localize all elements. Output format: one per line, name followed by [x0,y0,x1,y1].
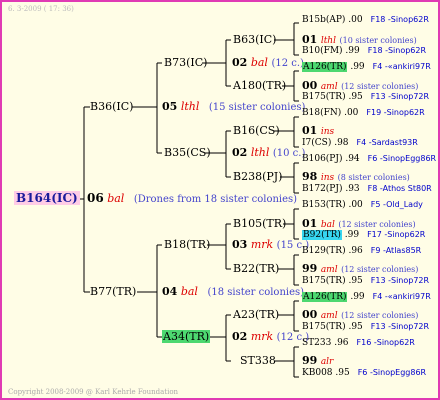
gen4-location: F18 -Sinop62R [370,15,429,24]
gen4-id: B175(TR) [302,92,346,102]
gen4-year: .93 [342,184,360,194]
root-queen[interactable]: B164(IC) [14,191,80,205]
gen4-location: F4 -«ankiri97R [372,292,431,301]
gen4-id: B18(FN) [302,108,342,118]
gen4-id: KB008 [302,368,333,378]
gen3-b105[interactable]: B105(TR) [233,217,286,230]
gen4-location: F9 -Atlas85R [370,246,422,255]
gen4-year: .95 [345,92,363,102]
gen4-entry[interactable]: A126(TR) .99 F4 -«ankiri97R [302,60,431,74]
gen4-entry[interactable]: B15b(AP) .00 F18 -Sinop62R [302,13,429,27]
gen4-entry[interactable]: B92(TR) .99 F17 -Sinop62R [302,228,425,242]
gen4-location: F8 -Athos St80R [367,184,432,193]
gen1-1-year-race: 04 bal (18 sister colonies) [162,285,305,298]
gen4-location: F4 -«ankiri97R [372,62,431,71]
gen4-entry[interactable]: B153(TR) .00 F5 -Old_Lady [302,198,423,212]
root-year-race: 06 bal (Drones from 18 sister colonies) [87,191,298,206]
gen4-year: .99 [347,292,365,302]
gen4-id: B153(TR) [302,200,346,210]
gen4-year: .00 [345,200,363,210]
gen4-location: F19 -Sinop62R [366,108,425,117]
gen2-a34[interactable]: A34(TR) [162,330,211,343]
gen3-b63[interactable]: B63(IC) [233,33,276,46]
gen4-id: I7(CS) [302,138,332,148]
gen4-entry[interactable]: B175(TR) .95 F13 -Sinop72R [302,90,429,104]
gen4-entry[interactable]: B172(PJ) .93 F8 -Athos St80R [302,182,432,196]
gen2-0-year-race: 02 bal (12 c.) [232,56,304,69]
gen4-id: B15b(AP) [302,15,346,25]
pedigree-frame: 6. 3-2009 ( 17: 36) B164(IC) 06 bal (Dro… [0,0,440,400]
gen4-location: F17 -Sinop62R [367,230,426,239]
gen4-entry[interactable]: B129(TR) .96 F9 -Atlas85R [302,244,421,258]
gen4-year: .96 [331,338,349,348]
gen4-id: B129(TR) [302,246,346,256]
gen4-entry[interactable]: B106(PJ) .94 F6 -SinopEgg86R [302,152,436,166]
gen4-year: .00 [345,15,363,25]
gen4-entry[interactable]: ST233 .96 F16 -Sinop62R [302,336,415,350]
gen3-b22[interactable]: B22(TR) [233,262,279,275]
gen4-id: A126(TR) [302,62,348,72]
gen4-location: F16 -Sinop62R [356,338,415,347]
gen3-a180[interactable]: A180(TR) [233,79,286,92]
gen4-id: B175(TR) [302,276,346,286]
gen4-id: A126(TR) [302,292,348,302]
sire-b36[interactable]: B36(IC) [90,100,133,113]
gen4-location: F13 -Sinop72R [370,276,430,285]
gen4-year: .00 [341,108,359,118]
gen3-a23[interactable]: A23(TR) [233,308,279,321]
gen4-location: F6 -SinopEgg86R [367,154,437,163]
gen4-location: F18 -Sinop62R [367,46,427,55]
gen4-id: B175(TR) [302,322,346,332]
gen4-year: .96 [345,246,363,256]
gen4-entry[interactable]: A126(TR) .99 F4 -«ankiri97R [302,290,431,304]
gen4-year: .99 [342,46,360,56]
gen2-2-year-race: 03 mrk (15 c.) [232,238,310,251]
gen4-year: .98 [331,138,349,148]
gen4-id: B10(FM) [302,46,343,56]
gen2-b35[interactable]: B35(CS) [164,146,211,159]
gen4-location: F5 -Old_Lady [370,200,423,209]
gen2-b18[interactable]: B18(TR) [164,238,210,251]
gen4-location: F13 -Sinop72R [370,322,430,331]
gen1-0-year-race: 05 lthl (15 sister colonies) [162,100,306,113]
gen2-1-year-race: 02 lthl (10 c.) [232,146,306,159]
gen3-b238[interactable]: B238(PJ) [233,170,282,183]
gen3-b16[interactable]: B16(CS) [233,124,280,137]
gen4-id: B172(PJ) [302,184,343,194]
gen4-entry[interactable]: I7(CS) .98 F4 -Sardast93R [302,136,418,150]
gen4-location: F13 -Sinop72R [370,92,430,101]
gen4-id: B92(TR) [302,230,342,240]
gen4-year: .95 [332,368,350,378]
gen4-entry[interactable]: B10(FM) .99 F18 -Sinop62R [302,44,426,58]
gen4-entry[interactable]: KB008 .95 F6 -SinopEgg86R [302,366,426,380]
gen4-id: B106(PJ) [302,154,343,164]
gen4-year: .99 [347,62,365,72]
gen4-year: .95 [345,276,363,286]
gen2-b73[interactable]: B73(IC) [164,56,207,69]
gen4-location: F6 -SinopEgg86R [357,368,427,377]
gen3-st338[interactable]: ST338 [240,354,276,367]
gen2-3-year-race: 02 mrk (12 c.) [232,330,310,343]
gen4-entry[interactable]: B175(TR) .95 F13 -Sinop72R [302,274,429,288]
gen4-entry[interactable]: B175(TR) .95 F13 -Sinop72R [302,320,429,334]
gen4-year: .95 [345,322,363,332]
gen4-year: .99 [341,230,360,240]
gen4-entry[interactable]: B18(FN) .00 F19 -Sinop62R [302,106,425,120]
gen4-location: F4 -Sardast93R [356,138,418,147]
dam-b77[interactable]: B77(TR) [90,285,136,298]
footer-copyright: Copyright 2008-2009 @ Karl Kehrle Founda… [8,388,179,396]
gen4-year: .94 [342,154,360,164]
gen4-id: ST233 [302,338,332,348]
